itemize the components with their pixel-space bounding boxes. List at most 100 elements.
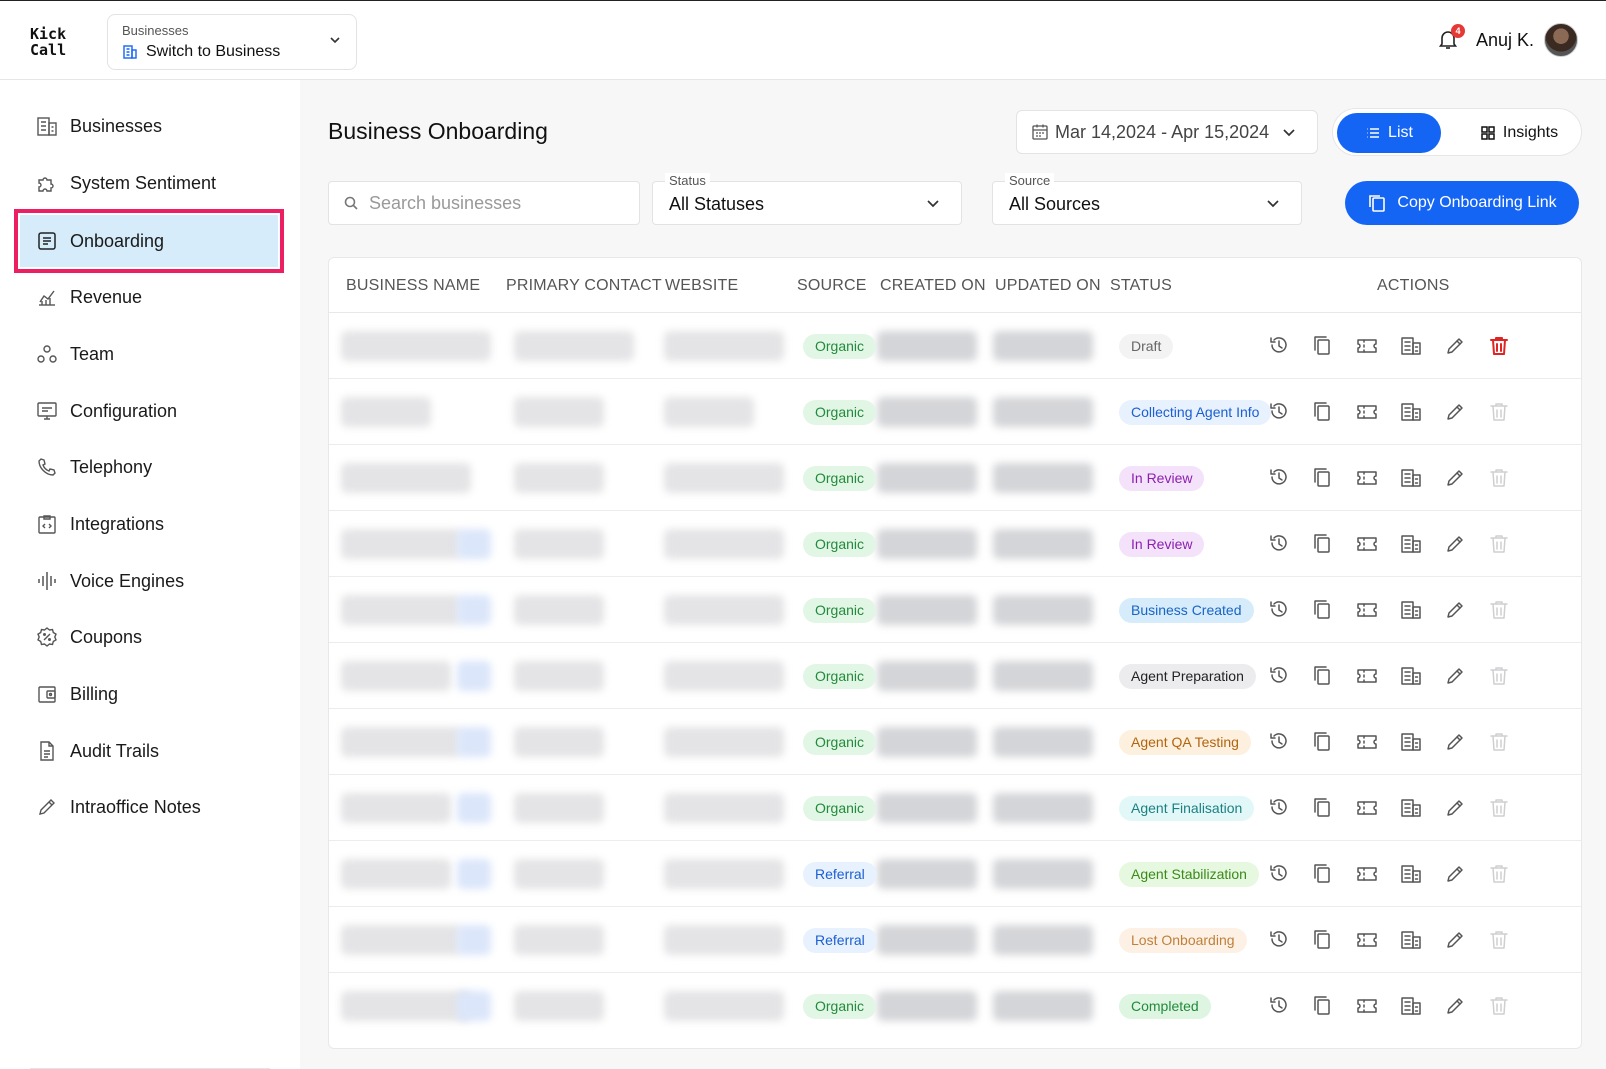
business-button[interactable] [1398,333,1424,359]
copy-onboarding-link-button[interactable]: Copy Onboarding Link [1345,181,1579,225]
business-button[interactable] [1398,795,1424,821]
ticket-button[interactable] [1354,465,1380,491]
ticket-button[interactable] [1354,399,1380,425]
table-row[interactable]: Organic Completed [329,973,1581,1039]
table-row[interactable]: Organic Collecting Agent Info [329,379,1581,445]
ticket-button[interactable] [1354,861,1380,887]
business-button[interactable] [1398,597,1424,623]
history-button[interactable] [1266,993,1292,1019]
source-filter-select[interactable]: Source All Sources [992,173,1302,225]
history-button[interactable] [1266,663,1292,689]
sidebar-item-revenue[interactable]: Revenue [20,271,278,323]
ticket-button[interactable] [1354,597,1380,623]
notifications-button[interactable]: 4 [1436,24,1465,53]
table-row[interactable]: Organic Agent QA Testing [329,709,1581,775]
ticket-button[interactable] [1354,333,1380,359]
column-header-business-name[interactable]: BUSINESS NAME [346,277,480,295]
business-button[interactable] [1398,861,1424,887]
sidebar-item-billing[interactable]: Billing [20,668,278,720]
sidebar-item-voice-engines[interactable]: Voice Engines [20,555,278,607]
table-row[interactable]: Organic In Review [329,445,1581,511]
column-header-website[interactable]: WEBSITE [665,277,738,295]
duplicate-button[interactable] [1310,993,1336,1019]
list-view-button[interactable]: List [1337,113,1441,153]
edit-button[interactable] [1442,861,1468,887]
sidebar-item-coupons[interactable]: Coupons [20,611,278,663]
user-name[interactable]: Anuj K. [1476,30,1534,51]
history-button[interactable] [1266,531,1292,557]
column-header-updated-on[interactable]: UPDATED ON [995,277,1101,295]
sidebar-item-intraoffice-notes[interactable]: Intraoffice Notes [20,781,278,833]
history-button[interactable] [1266,729,1292,755]
column-header-primary-contact[interactable]: PRIMARY CONTACT [506,277,662,295]
sidebar-item-businesses[interactable]: Businesses [20,100,278,152]
sidebar-item-audit-trails[interactable]: Audit Trails [20,725,278,777]
edit-button[interactable] [1442,399,1468,425]
sidebar-item-integrations[interactable]: Integrations [20,498,278,550]
delete-button[interactable] [1486,333,1512,359]
table-row[interactable]: Organic Business Created [329,577,1581,643]
duplicate-button[interactable] [1310,927,1336,953]
ticket-button[interactable] [1354,531,1380,557]
edit-button[interactable] [1442,795,1468,821]
edit-button[interactable] [1442,465,1468,491]
table-row[interactable]: Organic Agent Finalisation [329,775,1581,841]
avatar[interactable] [1544,23,1578,57]
ticket-button[interactable] [1354,663,1380,689]
ticket-button[interactable] [1354,729,1380,755]
sidebar-item-configuration[interactable]: Configuration [20,385,278,437]
duplicate-button[interactable] [1310,729,1336,755]
duplicate-button[interactable] [1310,333,1336,359]
sidebar-item-telephony[interactable]: Telephony [20,441,278,493]
duplicate-button[interactable] [1310,465,1336,491]
history-button[interactable] [1266,927,1292,953]
business-button[interactable] [1398,531,1424,557]
history-button[interactable] [1266,795,1292,821]
history-button[interactable] [1266,597,1292,623]
sidebar-item-team[interactable]: Team [20,328,278,380]
column-header-source[interactable]: SOURCE [797,277,867,295]
sidebar-item-onboarding[interactable]: Onboarding [14,209,284,273]
edit-button[interactable] [1442,531,1468,557]
insights-view-button[interactable]: Insights [1463,113,1575,153]
duplicate-button[interactable] [1310,861,1336,887]
history-button[interactable] [1266,465,1292,491]
ticket-button[interactable] [1354,993,1380,1019]
business-switcher[interactable]: Businesses Switch to Business [107,14,357,70]
search-input[interactable] [369,192,619,214]
business-button[interactable] [1398,399,1424,425]
edit-button[interactable] [1442,927,1468,953]
business-button[interactable] [1398,465,1424,491]
date-range-picker[interactable]: Mar 14,2024 - Apr 15,2024 [1016,110,1318,154]
table-row[interactable]: Organic Draft [329,313,1581,379]
ticket-button[interactable] [1354,795,1380,821]
duplicate-button[interactable] [1310,597,1336,623]
column-header-status[interactable]: STATUS [1110,277,1172,295]
edit-button[interactable] [1442,597,1468,623]
edit-button[interactable] [1442,993,1468,1019]
business-button[interactable] [1398,663,1424,689]
edit-button[interactable] [1442,663,1468,689]
history-button[interactable] [1266,399,1292,425]
history-button[interactable] [1266,333,1292,359]
sidebar-item-system-sentiment[interactable]: System Sentiment [20,157,278,209]
table-row[interactable]: Organic In Review [329,511,1581,577]
kickcall-logo[interactable]: Kick Call [30,26,66,58]
duplicate-button[interactable] [1310,663,1336,689]
business-button[interactable] [1398,993,1424,1019]
table-row[interactable]: Referral Agent Stabilization [329,841,1581,907]
duplicate-button[interactable] [1310,531,1336,557]
status-filter-select[interactable]: Status All Statuses [652,173,962,225]
edit-button[interactable] [1442,729,1468,755]
business-button[interactable] [1398,729,1424,755]
coupon-badge-icon [37,627,57,647]
table-row[interactable]: Referral Lost Onboarding [329,907,1581,973]
duplicate-button[interactable] [1310,399,1336,425]
duplicate-button[interactable] [1310,795,1336,821]
business-button[interactable] [1398,927,1424,953]
history-button[interactable] [1266,861,1292,887]
edit-button[interactable] [1442,333,1468,359]
table-row[interactable]: Organic Agent Preparation [329,643,1581,709]
column-header-created-on[interactable]: CREATED ON [880,277,986,295]
ticket-button[interactable] [1354,927,1380,953]
